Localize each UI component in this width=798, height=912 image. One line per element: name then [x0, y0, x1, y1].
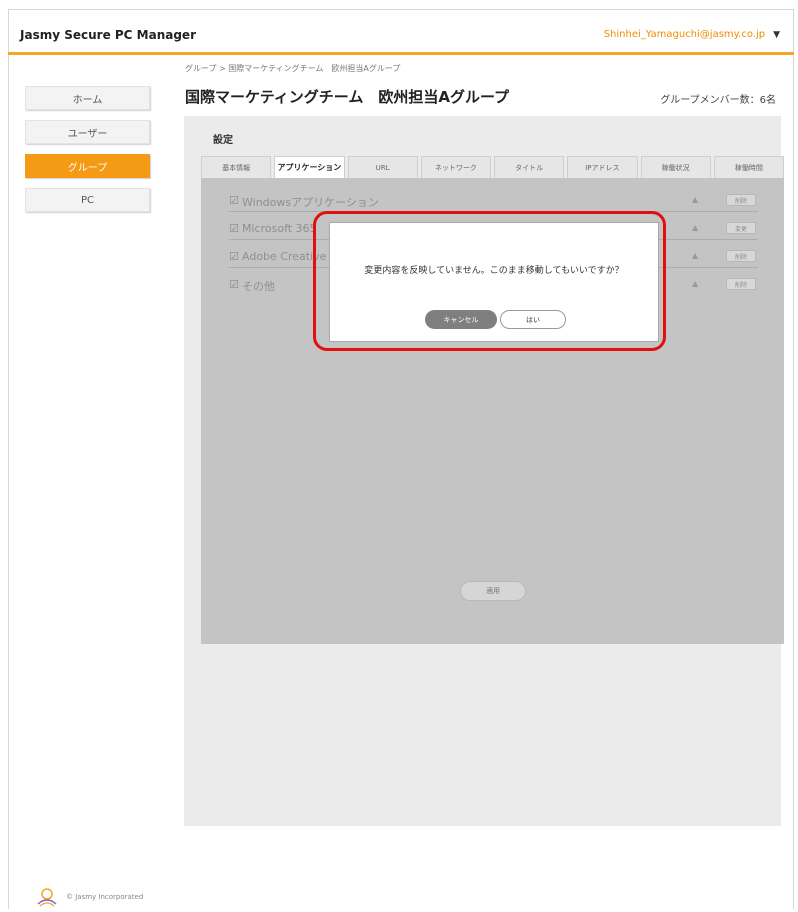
delete-button[interactable]: 削除 [726, 278, 756, 290]
triangle-up-icon[interactable]: ▲ [692, 251, 698, 260]
tab-operation-status[interactable]: 稼働状況 [640, 156, 711, 178]
settings-tabs: 基本情報 アプリケーション URL ネットワーク タイトル IPアドレス 稼働状… [201, 156, 784, 178]
sidebar-item-groups[interactable]: グループ [25, 154, 150, 178]
user-menu[interactable]: Shinhei_Yamaguchi@jasmy.co.jp ▼ [604, 29, 780, 40]
app-header: Jasmy Secure PC Manager Shinhei_Yamaguch… [8, 9, 794, 55]
sidebar-item-users[interactable]: ユーザー [25, 120, 150, 144]
checkbox[interactable]: ☑ [229, 194, 239, 207]
tab-operation-time[interactable]: 稼働時間 [713, 156, 784, 178]
settings-heading: 設定 [213, 135, 233, 146]
page-title: 国際マーケティングチーム 欧州担当Aグループ [185, 88, 510, 106]
app-name: その他 [242, 280, 275, 293]
copyright-text: © Jasmy Incorporated [66, 893, 144, 901]
list-item: ☑ Windowsアプリケーション ▲ 削除 [229, 190, 758, 212]
app-title: Jasmy Secure PC Manager [20, 28, 196, 42]
dialog-message: 変更内容を反映していません。このまま移動してもいいですか？ [364, 266, 624, 276]
delete-button[interactable]: 削除 [726, 250, 756, 262]
tab-network[interactable]: ネットワーク [420, 156, 491, 178]
sidebar-item-home[interactable]: ホーム [25, 86, 150, 110]
cancel-button[interactable]: キャンセル [425, 310, 497, 329]
checkbox[interactable]: ☑ [229, 278, 239, 291]
triangle-up-icon[interactable]: ▲ [692, 223, 698, 232]
user-email: Shinhei_Yamaguchi@jasmy.co.jp [603, 29, 766, 40]
sidebar-item-pc[interactable]: PC [25, 188, 150, 212]
app-name: Microsoft 365 [242, 222, 317, 235]
tab-ip-address[interactable]: IPアドレス [567, 156, 638, 178]
jasmy-logo-icon [37, 888, 57, 907]
triangle-up-icon[interactable]: ▲ [692, 195, 698, 204]
tab-applications[interactable]: アプリケーション [274, 156, 345, 178]
apply-button[interactable]: 適用 [460, 581, 526, 601]
tab-basic-info[interactable]: 基本情報 [201, 156, 272, 178]
breadcrumb[interactable]: グループ > 国際マーケティングチーム 欧州担当Aグループ [185, 63, 400, 74]
checkbox[interactable]: ☑ [229, 250, 239, 263]
chevron-down-icon: ▼ [773, 29, 780, 40]
yes-button[interactable]: はい [500, 310, 566, 329]
tab-url[interactable]: URL [347, 156, 418, 178]
footer: © Jasmy Incorporated [36, 887, 143, 907]
member-count: グループメンバー数：6名 [660, 95, 776, 106]
triangle-up-icon[interactable]: ▲ [692, 279, 698, 288]
checkbox[interactable]: ☑ [229, 222, 239, 235]
change-button[interactable]: 変更 [726, 222, 756, 234]
sidebar: ホーム ユーザー グループ PC [25, 86, 150, 222]
confirm-dialog: 変更内容を反映していません。このまま移動してもいいですか？ キャンセル はい [329, 222, 659, 342]
app-name: Windowsアプリケーション [242, 196, 379, 209]
tab-title[interactable]: タイトル [494, 156, 565, 178]
delete-button[interactable]: 削除 [726, 194, 756, 206]
